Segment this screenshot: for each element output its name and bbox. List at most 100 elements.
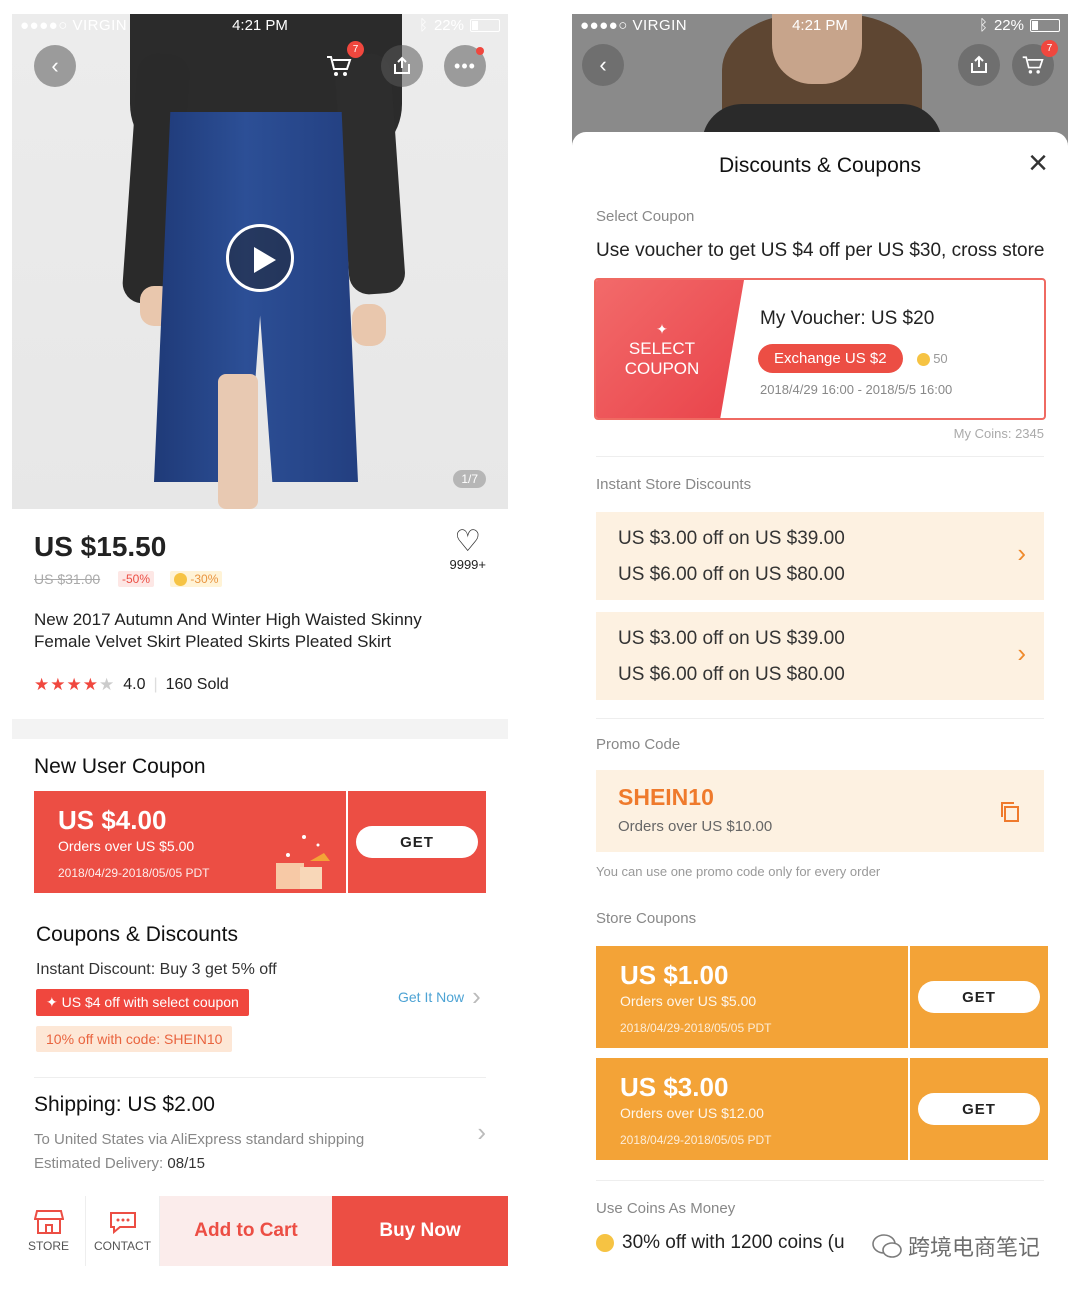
product-title: New 2017 Autumn And Winter High Waisted … — [34, 610, 422, 651]
share-icon — [394, 56, 410, 74]
bottom-action-bar: STORE CONTACT Add to Cart Buy Now — [12, 1196, 508, 1266]
close-icon[interactable]: × — [1028, 146, 1048, 180]
more-icon: ••• — [454, 55, 476, 76]
battery-percent: 22% — [993, 17, 1024, 34]
new-user-coupon-heading: New User Coupon — [34, 755, 206, 778]
chevron-right-icon: › — [477, 1117, 486, 1147]
rating-row[interactable]: ★★★★★ 4.0 | 160 Sold — [34, 675, 229, 695]
back-button[interactable]: ‹ — [582, 44, 624, 86]
status-bar: ●●●●○ VIRGIN 4:21 PM ᛒ 22% — [12, 14, 508, 42]
chat-icon — [109, 1212, 136, 1235]
estimated-delivery: Estimated Delivery: 08/15 — [34, 1155, 205, 1172]
product-image[interactable]: 1/7 — [12, 14, 508, 509]
chevron-left-icon: ‹ — [51, 53, 59, 78]
cart-badge: 7 — [1041, 40, 1058, 57]
get-it-now-link[interactable]: Get It Now › — [398, 981, 481, 1012]
buy-now-button[interactable]: Buy Now — [332, 1196, 508, 1266]
store-coupon[interactable]: US $3.00 Orders over US $12.00 2018/04/2… — [592, 1058, 1052, 1160]
play-video-icon[interactable] — [226, 224, 294, 292]
coupons-discounts-heading: Coupons & Discounts — [36, 923, 238, 946]
coupon-amount: US $1.00 — [620, 960, 729, 990]
sheet-title: Discounts & Coupons — [719, 154, 921, 177]
instant-discount-text: Instant Discount: Buy 3 get 5% off — [36, 961, 277, 978]
wechat-icon — [872, 1234, 902, 1258]
chevron-left-icon: ‹ — [599, 52, 607, 77]
clock: 4:21 PM — [232, 17, 288, 34]
exchange-button[interactable]: Exchange US $2 — [758, 344, 903, 373]
cart-icon — [1022, 56, 1044, 74]
coin-icon — [916, 353, 930, 367]
discount-badge: -50% — [118, 571, 155, 587]
store-button[interactable]: STORE — [12, 1196, 86, 1266]
bluetooth-icon: ᛒ — [418, 17, 428, 34]
use-coins-label: Use Coins As Money — [596, 1200, 736, 1217]
get-coupon-button[interactable]: GET — [918, 981, 1040, 1013]
gift-icon — [276, 835, 330, 889]
image-pager: 1/7 — [453, 470, 486, 488]
promo-condition: Orders over US $10.00 — [618, 818, 773, 835]
sold-count: 160 Sold — [165, 676, 229, 693]
share-icon — [971, 55, 987, 73]
cart-icon — [327, 56, 352, 76]
instant-discounts-label: Instant Store Discounts — [596, 476, 752, 493]
rating-stars: ★★★★★ — [34, 675, 116, 694]
promo-code-card[interactable]: SHEIN10 Orders over US $10.00 — [596, 770, 1044, 852]
coins-option[interactable]: 30% off with 1200 coins (u — [596, 1232, 845, 1254]
voucher-description: Use voucher to get US $4 off per US $30,… — [596, 240, 1045, 261]
promo-code-label: Promo Code — [596, 736, 681, 753]
heart-icon: ♡ — [454, 525, 482, 558]
carrier-label: ●●●●○ VIRGIN — [580, 17, 688, 34]
get-coupon-button[interactable]: GET — [356, 826, 478, 858]
status-bar: ●●●●○ VIRGIN 4:21 PM ᛒ 22% — [572, 14, 1068, 42]
promo-code-tag: 10% off with code: SHEIN10 — [36, 1026, 233, 1052]
product-page: 1/7 ●●●●○ VIRGIN 4:21 PM ᛒ 22% ‹ 7 ••• US… — [12, 14, 508, 1266]
store-icon — [33, 1210, 64, 1234]
bluetooth-icon: ᛒ — [978, 17, 988, 34]
share-button[interactable] — [958, 44, 1000, 86]
coupons-discounts-section[interactable]: Coupons & Discounts Instant Discount: Bu… — [12, 909, 508, 1077]
shipping-method: To United States via AliExpress standard… — [34, 1131, 365, 1148]
wishlist-button[interactable]: ♡ 9999+ — [449, 525, 486, 573]
coupon-validity: 2018/04/29-2018/05/05 PDT — [620, 1021, 772, 1035]
voucher-validity: 2018/4/29 16:00 - 2018/5/5 16:00 — [760, 382, 953, 397]
promo-code: SHEIN10 — [618, 784, 714, 810]
contact-button[interactable]: CONTACT — [86, 1196, 160, 1266]
coupon-condition: Orders over US $12.00 — [620, 1105, 764, 1121]
carrier-label: ●●●●○ VIRGIN — [20, 17, 128, 34]
store-coupon[interactable]: US $1.00 Orders over US $5.00 2018/04/29… — [592, 946, 1052, 1048]
my-voucher: My Voucher: US $20 — [760, 308, 935, 329]
discounts-coupons-sheet: Discounts & Coupons × Select Coupon Use … — [572, 132, 1068, 1284]
share-button[interactable] — [381, 45, 423, 87]
cart-badge: 7 — [347, 41, 364, 58]
battery-icon — [1030, 19, 1060, 32]
battery-icon — [470, 19, 500, 32]
get-coupon-button[interactable]: GET — [918, 1093, 1040, 1125]
copy-icon[interactable] — [998, 800, 1022, 824]
coupon-validity: 2018/04/29-2018/05/05 PDT — [620, 1133, 772, 1147]
rating-value: 4.0 — [123, 676, 146, 693]
back-button[interactable]: ‹ — [34, 45, 76, 87]
add-to-cart-button[interactable]: Add to Cart — [160, 1196, 332, 1266]
chevron-right-icon: › — [1017, 538, 1026, 568]
notification-dot — [476, 47, 484, 55]
watermark: 跨境电商笔记 — [872, 1230, 1040, 1262]
instant-discount-item[interactable]: US $3.00 off on US $39.00 US $6.00 off o… — [596, 612, 1044, 700]
cart-button[interactable]: 7 — [1012, 40, 1058, 86]
select-coupon-button[interactable]: ✦ SELECT COUPON — [596, 280, 744, 418]
promo-note: You can use one promo code only for ever… — [596, 864, 881, 879]
product-info: US $15.50 US $31.00 -50% -30% ♡ 9999+ Ne… — [12, 509, 508, 719]
coin-icon — [174, 573, 187, 587]
cart-button[interactable]: 7 — [318, 41, 364, 87]
coupon-amount: US $3.00 — [620, 1072, 729, 1102]
clock: 4:21 PM — [792, 17, 848, 34]
price: US $15.50 — [34, 531, 167, 562]
instant-discount-item[interactable]: US $3.00 off on US $39.00 US $6.00 off o… — [596, 512, 1044, 600]
original-price: US $31.00 — [34, 571, 101, 587]
shipping-section[interactable]: Shipping: US $2.00 To United States via … — [12, 1077, 508, 1196]
voucher-card[interactable]: ✦ SELECT COUPON My Voucher: US $20 Excha… — [594, 278, 1046, 420]
new-user-coupon[interactable]: US $4.00 Orders over US $5.00 2018/04/29… — [30, 791, 490, 893]
coupon-condition: Orders over US $5.00 — [620, 993, 757, 1009]
more-button[interactable]: ••• — [444, 45, 486, 87]
shipping-heading: Shipping: US $2.00 — [34, 1093, 215, 1116]
select-coupon-label: Select Coupon — [596, 208, 695, 225]
